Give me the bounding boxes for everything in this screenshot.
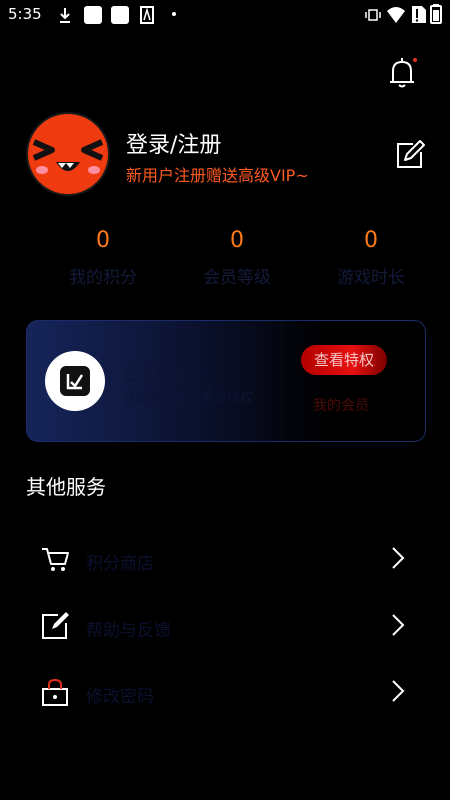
no-sim-icon bbox=[412, 6, 426, 23]
vip-logo bbox=[45, 351, 105, 411]
service-item-change-password[interactable]: 修改密码 bbox=[26, 669, 416, 719]
lock-icon bbox=[42, 678, 68, 706]
avatar[interactable] bbox=[26, 112, 110, 196]
vip-card-title: 会员特权卡 bbox=[123, 365, 204, 384]
font-icon bbox=[140, 6, 154, 24]
stat-value: 0 bbox=[230, 228, 244, 253]
my-membership-link[interactable]: 我的会员 bbox=[313, 395, 369, 415]
service-label: 积分商店 bbox=[86, 554, 154, 574]
stat-value: 0 bbox=[96, 228, 110, 253]
app-notification-icon bbox=[111, 6, 129, 24]
chevron-right-icon bbox=[392, 547, 405, 569]
stat-play-time[interactable]: 0 游戏时长 bbox=[296, 228, 446, 288]
status-time: 5:35 bbox=[8, 5, 42, 23]
vibrate-icon bbox=[365, 9, 381, 21]
service-item-points-store[interactable]: 积分商店 bbox=[26, 536, 416, 586]
register-promo-text: 新用户注册赠送高级VIP~ bbox=[126, 166, 309, 185]
stat-label: 我的积分 bbox=[69, 268, 137, 288]
app-notification-icon bbox=[84, 6, 102, 24]
download-icon bbox=[60, 8, 70, 23]
chevron-right-icon bbox=[392, 614, 405, 636]
profile-screen: 5:35 登录/注册 新用户注册赠送高级VIP~ 0 我的积分 0 会员等级 0… bbox=[0, 0, 450, 800]
notification-bell-icon[interactable] bbox=[385, 56, 419, 90]
wifi-icon bbox=[387, 7, 405, 23]
service-item-help-feedback[interactable]: 帮助与反馈 bbox=[26, 603, 416, 653]
stat-label: 游戏时长 bbox=[337, 268, 405, 288]
service-label: 帮助与反馈 bbox=[86, 621, 171, 641]
battery-icon bbox=[430, 4, 442, 24]
service-label: 修改密码 bbox=[86, 687, 154, 707]
edit-note-icon bbox=[42, 612, 69, 639]
login-register-link[interactable]: 登录/注册 bbox=[126, 127, 221, 159]
stat-label: 会员等级 bbox=[203, 268, 271, 288]
chevron-right-icon bbox=[392, 680, 405, 702]
stat-points[interactable]: 0 我的积分 bbox=[28, 228, 178, 288]
vip-card-subtitle: 开通会员享受更多特权 bbox=[123, 391, 254, 406]
stat-member-level[interactable]: 0 会员等级 bbox=[162, 228, 312, 288]
edit-profile-icon[interactable] bbox=[395, 140, 425, 170]
vip-card[interactable]: 会员特权卡 开通会员享受更多特权 查看特权 我的会员 bbox=[26, 320, 426, 442]
checkmark-icon bbox=[60, 366, 90, 396]
status-bar: 5:35 bbox=[0, 0, 450, 30]
more-dot-icon bbox=[172, 12, 176, 16]
section-title: 其他服务 bbox=[26, 475, 106, 499]
cartoon-face-icon bbox=[32, 139, 104, 174]
cart-icon bbox=[42, 548, 69, 571]
view-privileges-button[interactable]: 查看特权 bbox=[301, 345, 387, 375]
stat-value: 0 bbox=[364, 228, 378, 253]
